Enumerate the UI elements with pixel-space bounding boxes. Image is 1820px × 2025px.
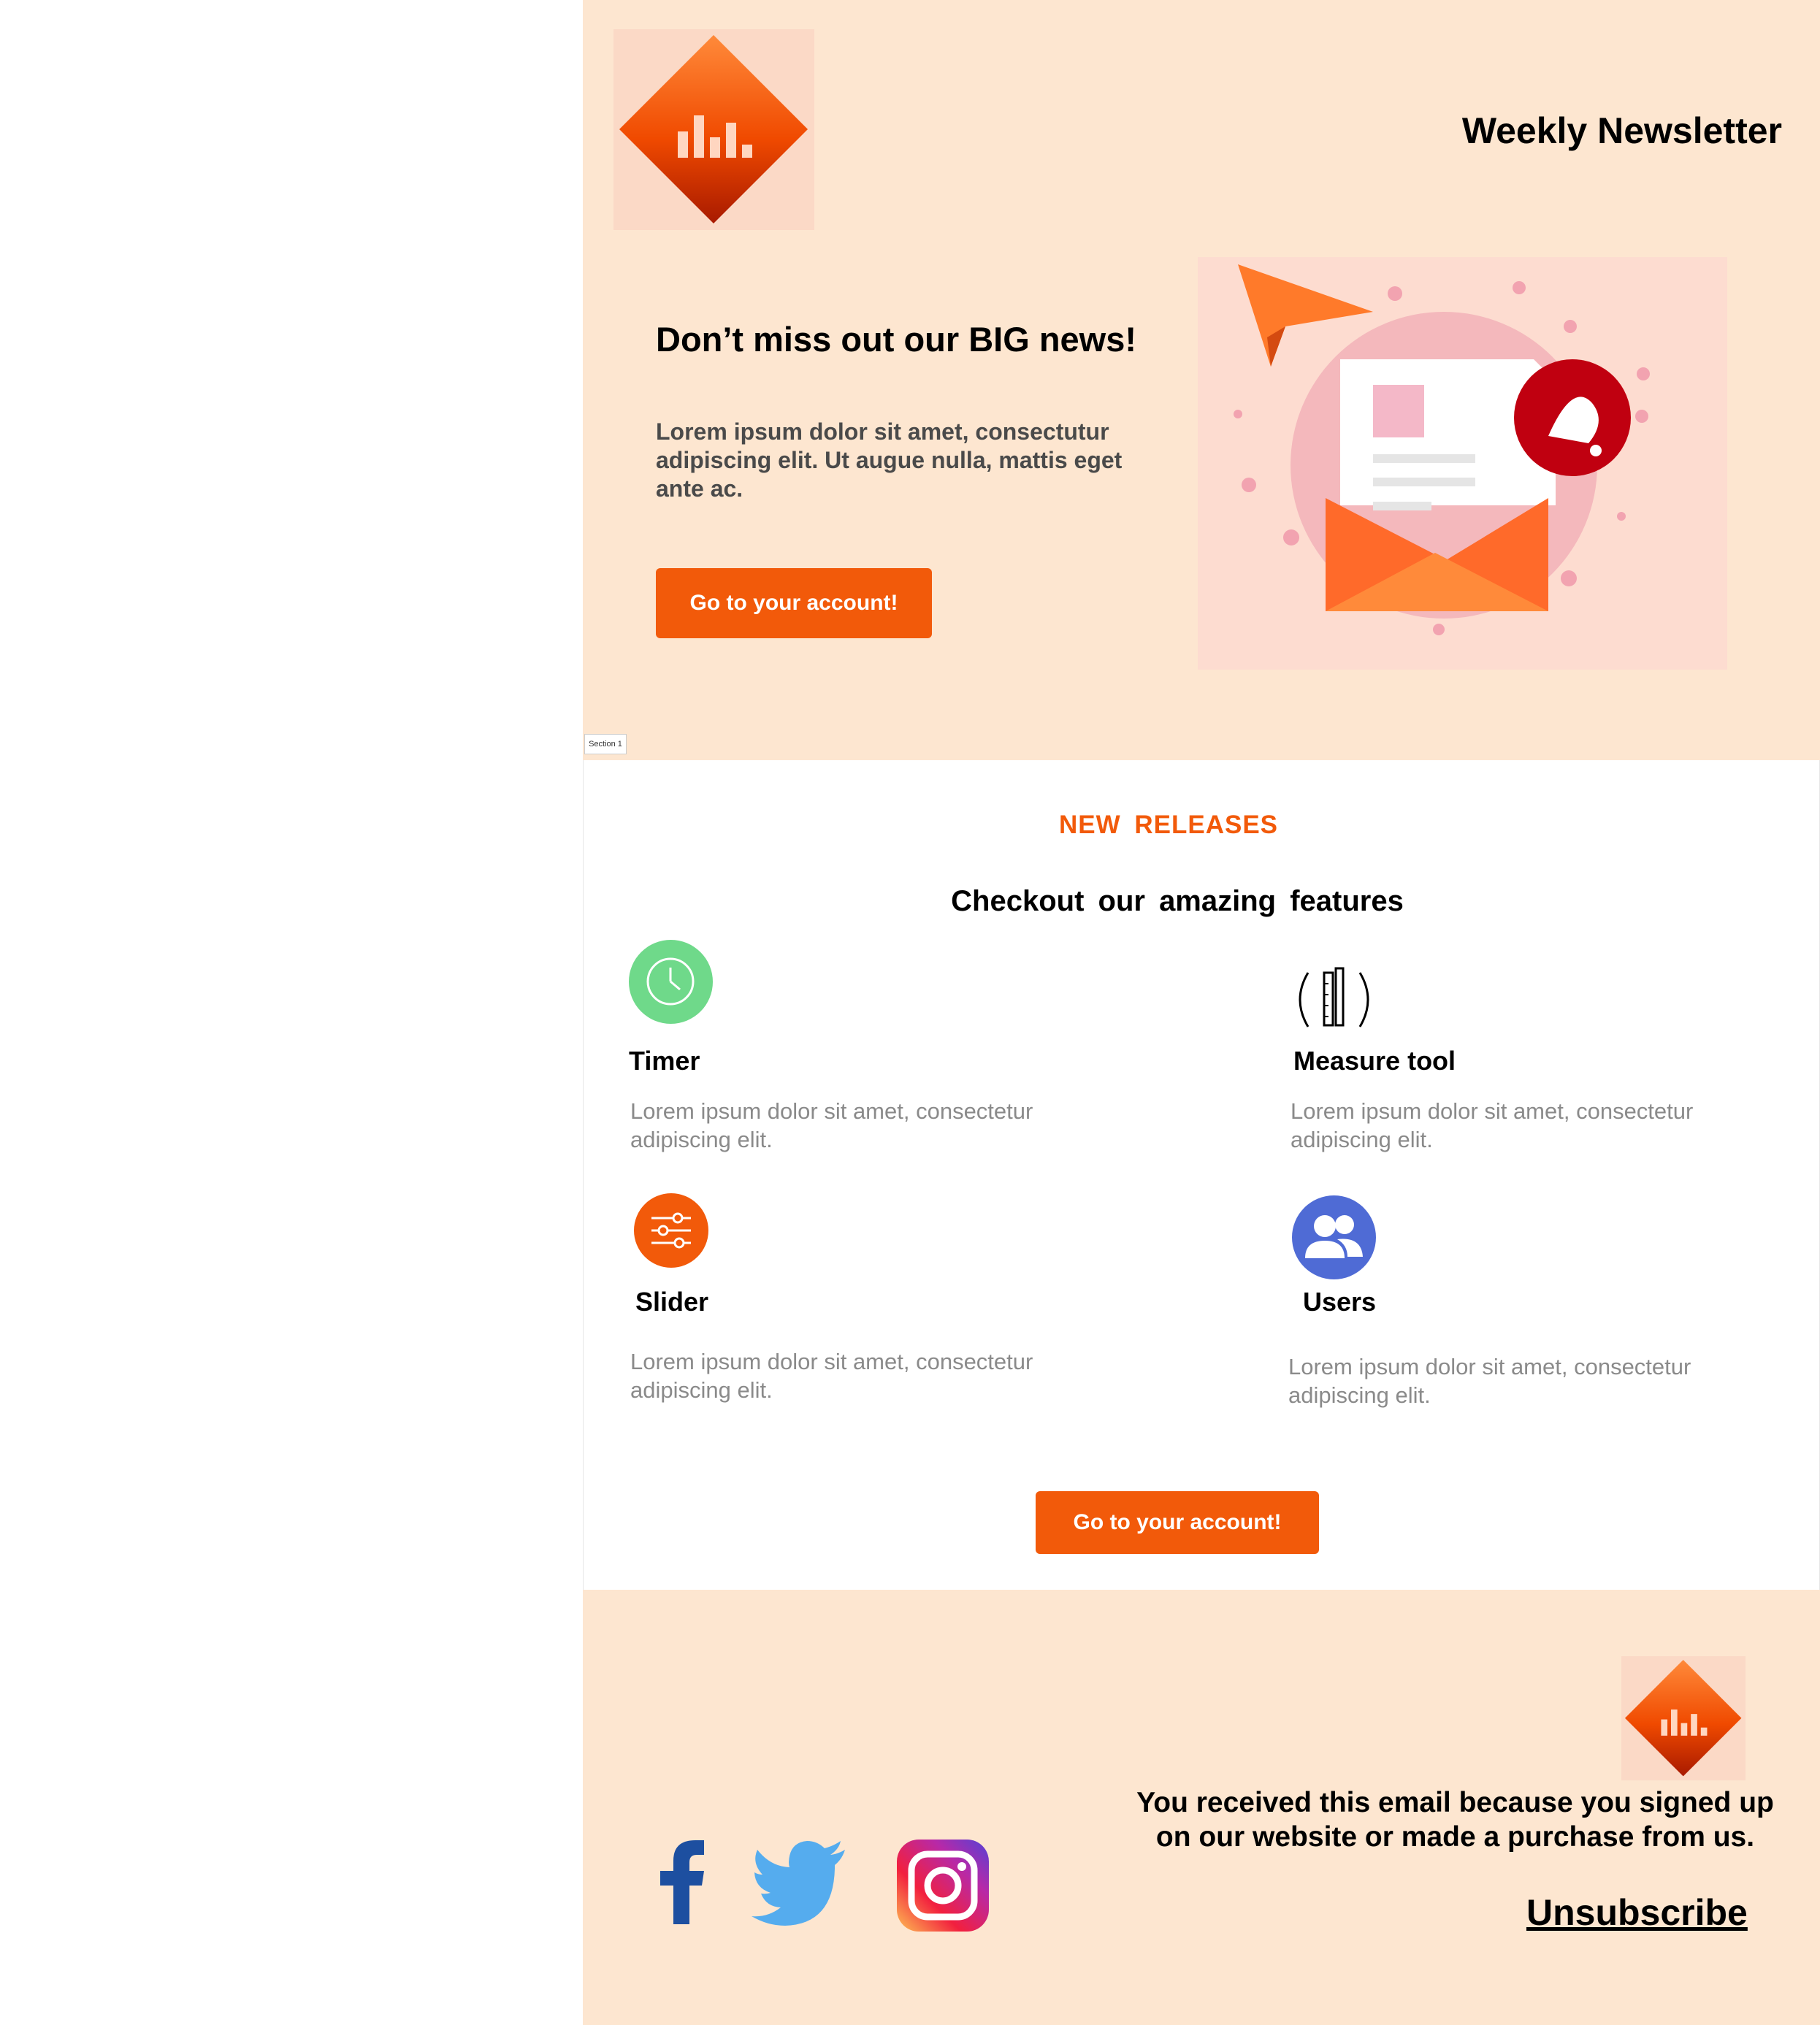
newsletter-title: Weekly Newsletter xyxy=(1461,110,1782,151)
new-releases-label: NEW RELEASES xyxy=(1058,811,1279,839)
sliders-icon xyxy=(634,1193,708,1268)
section-tag: Section 1 xyxy=(584,734,627,754)
equalizer-diamond-icon xyxy=(613,29,814,230)
envelope-illustration xyxy=(1198,257,1727,670)
hero-headline: Don’t miss out our BIG news! xyxy=(656,320,1137,359)
unsubscribe-link[interactable]: Unsubscribe xyxy=(1526,1891,1748,1934)
hero-body-text: Lorem ipsum dolor sit amet, consectutur … xyxy=(656,418,1123,502)
feature-body-timer: Lorem ipsum dolor sit amet, consectetur … xyxy=(630,1098,1033,1152)
facebook-icon[interactable] xyxy=(628,1833,723,1928)
clock-icon xyxy=(629,940,713,1024)
feature-body-measure-tool: Lorem ipsum dolor sit amet, consectetur … xyxy=(1291,1098,1694,1152)
features-title: Checkout our amazing features xyxy=(951,885,1404,917)
ruler-pencil-icon xyxy=(1292,958,1376,1042)
feature-title-timer: Timer xyxy=(629,1046,700,1076)
feature-title-users: Users xyxy=(1303,1287,1377,1317)
users-icon xyxy=(1292,1195,1376,1279)
instagram-icon[interactable] xyxy=(895,1838,990,1933)
go-to-account-button-bottom[interactable]: Go to your account! xyxy=(1036,1491,1319,1554)
feature-body-users: Lorem ipsum dolor sit amet, consectetur … xyxy=(1288,1354,1691,1408)
feature-title-measure-tool: Measure tool xyxy=(1293,1046,1456,1076)
equalizer-diamond-icon xyxy=(1621,1656,1746,1780)
go-to-account-button[interactable]: Go to your account! xyxy=(656,568,932,638)
twitter-icon[interactable] xyxy=(749,1837,851,1932)
feature-title-slider: Slider xyxy=(635,1287,709,1317)
feature-body-slider: Lorem ipsum dolor sit amet, consectetur … xyxy=(630,1349,1033,1403)
footer-notice: You received this email because you sign… xyxy=(1136,1787,1774,1853)
